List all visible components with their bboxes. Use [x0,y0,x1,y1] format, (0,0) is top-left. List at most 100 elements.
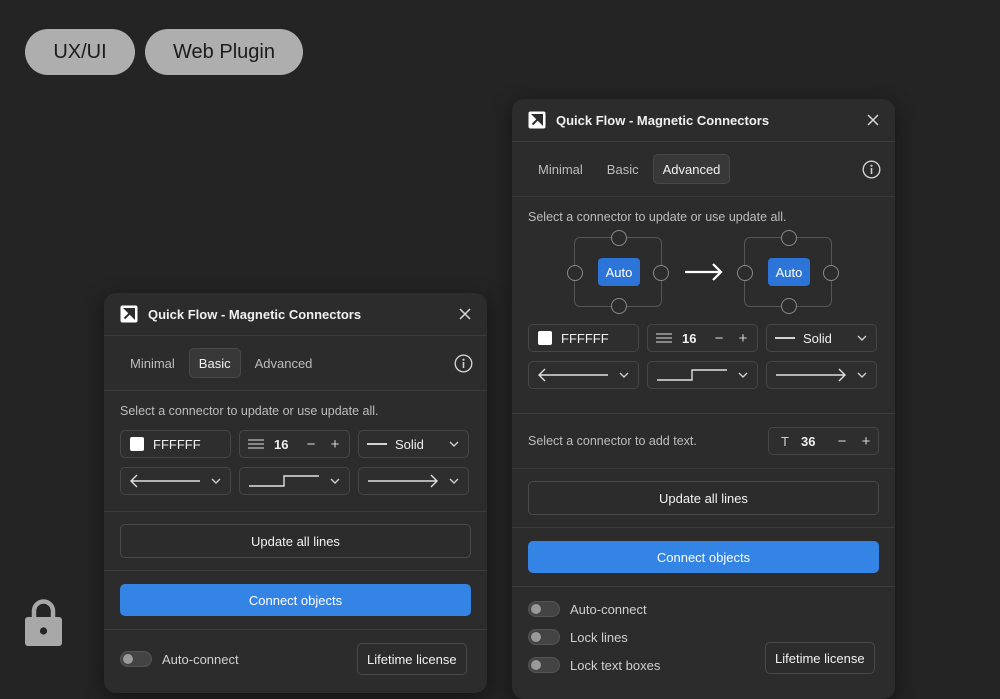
line-start-select[interactable] [528,361,639,389]
lock-icon [25,599,62,646]
port-top [781,230,797,246]
tab-advanced[interactable]: Advanced [652,154,731,184]
connect-section: Connect objects [512,528,895,587]
text-size-stepper[interactable]: T 36 − + [768,427,879,455]
select-hint: Select a connector to update or use upda… [120,404,379,418]
auto-connect-row: Auto-connect [528,595,647,623]
options-section: Auto-connect Lifetime license [104,630,487,693]
style-section: Select a connector to update or use upda… [512,197,895,414]
logo-icon [528,111,546,129]
increment-button[interactable]: + [326,436,344,453]
panel-header: Quick Flow - Magnetic Connectors [104,293,487,336]
auto-connect-row: Auto-connect [120,645,239,673]
tab-bar: Minimal Basic Advanced [512,142,895,197]
diagram-node-right: Auto [737,230,839,314]
port-top [611,230,627,246]
logo-icon [120,305,138,323]
connect-objects-button[interactable]: Connect objects [528,541,879,573]
stroke-width-value: 16 [682,330,697,346]
elbow-line-icon [657,369,727,381]
update-all-lines-button[interactable]: Update all lines [528,481,879,515]
text-hint: Select a connector to add text. [528,434,697,448]
lock-lines-label: Lock lines [570,629,628,645]
chevron-down-icon [449,441,459,447]
chevron-down-icon [449,478,459,484]
update-section: Update all lines [512,469,895,528]
tab-bar: Minimal Basic Advanced [104,336,487,391]
arrow-start-icon [130,474,200,488]
lifetime-license-button[interactable]: Lifetime license [765,642,875,674]
panel-title: Quick Flow - Magnetic Connectors [556,112,770,128]
tag-ux-ui: UX/UI [25,29,135,75]
chevron-down-icon [738,372,748,378]
connector-diagram: Auto Auto [528,224,879,320]
line-type-select[interactable] [647,361,758,389]
port-bottom [781,298,797,314]
chevron-down-icon [857,372,867,378]
port-left [567,265,583,281]
arrow-start-icon [538,368,608,382]
color-field[interactable]: FFFFFF [528,324,639,352]
arrow-end-icon [368,474,438,488]
close-icon[interactable] [458,307,472,321]
close-icon[interactable] [866,113,880,127]
auto-connect-toggle[interactable] [120,651,152,667]
color-field[interactable]: FFFFFF [120,430,231,458]
increment-button[interactable]: + [734,330,752,347]
stroke-width-value: 16 [274,436,289,452]
color-value: FFFFFF [561,330,609,346]
tab-minimal[interactable]: Minimal [120,348,185,378]
line-end-select[interactable] [358,467,469,495]
connect-section: Connect objects [104,571,487,630]
arrow-right-icon [685,263,723,281]
lock-text-boxes-row: Lock text boxes [528,651,660,679]
line-start-select[interactable] [120,467,231,495]
chevron-down-icon [330,478,340,484]
color-swatch[interactable] [538,331,552,345]
line-weight-icon [248,439,264,449]
options-section: Auto-connect Lock lines Lock text boxes … [512,587,895,699]
line-type-select[interactable] [239,467,350,495]
color-swatch[interactable] [130,437,144,451]
text-icon: T [781,433,789,449]
advanced-plugin-panel: Quick Flow - Magnetic Connectors Minimal… [512,99,895,699]
increment-button[interactable]: + [857,433,875,450]
decrement-button[interactable]: − [302,436,320,453]
basic-plugin-panel: Quick Flow - Magnetic Connectors Minimal… [104,293,487,693]
tab-basic[interactable]: Basic [597,154,649,184]
update-all-lines-button[interactable]: Update all lines [120,524,471,558]
auto-chip: Auto [598,258,640,286]
decrement-button[interactable]: − [710,330,728,347]
elbow-line-icon [249,475,319,487]
port-right [653,265,669,281]
decrement-button[interactable]: − [833,433,851,450]
port-bottom [611,298,627,314]
info-icon[interactable] [454,353,473,373]
tab-minimal[interactable]: Minimal [528,154,593,184]
arrow-end-icon [776,368,846,382]
tab-advanced[interactable]: Advanced [245,348,323,378]
panel-title: Quick Flow - Magnetic Connectors [148,306,362,322]
lock-text-boxes-label: Lock text boxes [570,657,661,673]
tag-web-plugin: Web Plugin [145,29,303,75]
auto-chip: Auto [768,258,810,286]
diagram-node-left: Auto [567,230,669,314]
stroke-width-stepper[interactable]: 16 − + [647,324,758,352]
lifetime-license-button[interactable]: Lifetime license [357,643,467,675]
line-end-select[interactable] [766,361,877,389]
info-icon[interactable] [862,159,881,179]
auto-connect-label: Auto-connect [570,601,647,617]
stroke-style-select[interactable]: Solid [766,324,877,352]
stroke-style-value: Solid [803,330,832,346]
chevron-down-icon [619,372,629,378]
stroke-style-select[interactable]: Solid [358,430,469,458]
lock-lines-toggle[interactable] [528,629,560,645]
stroke-width-stepper[interactable]: 16 − + [239,430,350,458]
select-hint: Select a connector to update or use upda… [528,210,787,224]
lock-lines-row: Lock lines [528,623,628,651]
panel-header: Quick Flow - Magnetic Connectors [512,99,895,142]
connect-objects-button[interactable]: Connect objects [120,584,471,616]
auto-connect-toggle[interactable] [528,601,560,617]
tab-basic[interactable]: Basic [188,348,241,378]
solid-line-icon [775,337,795,339]
